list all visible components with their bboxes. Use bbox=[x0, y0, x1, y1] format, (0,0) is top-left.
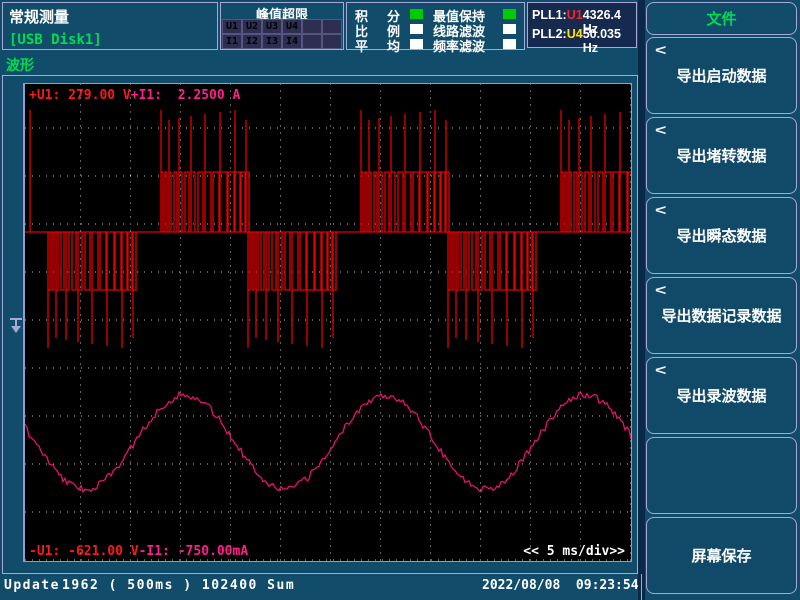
usb-disk-label: [USB Disk1] bbox=[9, 32, 102, 48]
power-analyzer-screen: { "header": { "mode_title": "常规测量", "usb… bbox=[0, 0, 800, 600]
chevron-left-icon: < bbox=[655, 122, 666, 139]
pll-value: 4326.4 Hz bbox=[583, 8, 632, 26]
pll-channel: U1 bbox=[567, 8, 583, 22]
waveform-panel-title: 波形 bbox=[6, 55, 34, 75]
current-trace-i1 bbox=[25, 392, 631, 491]
voltage-trace-u1 bbox=[25, 110, 631, 348]
sidebar-button-3[interactable]: 导出瞬态数据 < bbox=[646, 197, 797, 274]
scale-label-bottom: -U1: -621.00 V-I1: -750.00mA bbox=[29, 544, 248, 559]
option-indicator-线路滤波 bbox=[503, 24, 516, 34]
sidebar-button-2[interactable]: 导出堵转数据 < bbox=[646, 117, 797, 194]
pll-channel: U4 bbox=[567, 27, 583, 41]
waveform-plot-area: +U1: 279.00 V+I1: 2.2500 A -U1: -621.00 … bbox=[23, 83, 632, 562]
option-row-2: 比例线路滤波 bbox=[347, 21, 524, 36]
update-counter: 1962 ( 500ms ) 102400 Sum bbox=[62, 578, 295, 593]
sidebar-title-file: 文件 bbox=[646, 2, 797, 35]
sidebar-button-label: 导出数据记录数据 bbox=[661, 305, 781, 326]
pll-name: PLL1:U1 bbox=[532, 8, 583, 26]
option-row-1: 积分最值保持 bbox=[347, 6, 524, 21]
i1-top-scale: +I1: 2.2500 A bbox=[131, 88, 241, 103]
sidebar-button-label: 屏幕保存 bbox=[691, 545, 751, 566]
peak-row-2: I1I2I3I4 bbox=[222, 34, 342, 49]
sidebar-button-1[interactable]: 导出启动数据 < bbox=[646, 37, 797, 114]
sidebar-button-5[interactable]: 导出录波数据 < bbox=[646, 357, 797, 434]
sidebar-divider-line bbox=[641, 574, 642, 600]
measure-mode-panel: 常规测量 [USB Disk1] bbox=[2, 2, 218, 50]
chevron-left-icon: < bbox=[655, 282, 666, 299]
sidebar-divider bbox=[638, 0, 645, 600]
chevron-left-icon: < bbox=[655, 42, 666, 59]
sidebar-button-label: 导出录波数据 bbox=[676, 385, 766, 406]
peak-cell-u2: U2 bbox=[242, 19, 262, 34]
option-indicator-平均 bbox=[410, 39, 423, 49]
u1-top-scale: +U1: 279.00 V bbox=[29, 88, 131, 103]
pll-panel: PLL1:U14326.4 HzPLL2:U450.035 Hz bbox=[527, 2, 637, 48]
sidebar-button-4[interactable]: 导出数据记录数据 < bbox=[646, 277, 797, 354]
mode-title: 常规测量 bbox=[9, 6, 69, 27]
filter-options-panel: 积分最值保持比例线路滤波平均频率滤波 bbox=[346, 2, 525, 50]
sidebar-button-7[interactable]: 屏幕保存 bbox=[646, 517, 797, 594]
scale-label-top: +U1: 279.00 V+I1: 2.2500 A bbox=[29, 88, 240, 103]
sidebar-button-6 bbox=[646, 437, 797, 514]
sidebar-button-label: 导出启动数据 bbox=[676, 65, 766, 86]
peak-cell-i2: I2 bbox=[242, 34, 262, 49]
i1-bottom-scale: -I1: -750.00mA bbox=[139, 544, 249, 559]
datetime-display: 2022/08/08 09:23:54 bbox=[482, 578, 639, 593]
peak-cell-u3: U3 bbox=[262, 19, 282, 34]
peak-cell-u4: U4 bbox=[282, 19, 302, 34]
peak-indicator-table: U1U2U3U4I1I2I3I4 bbox=[222, 19, 342, 49]
grid-dots bbox=[25, 84, 631, 560]
option-indicator-积分 bbox=[410, 9, 423, 19]
option-label: 平 bbox=[355, 36, 368, 55]
peak-cell-empty bbox=[322, 19, 342, 34]
peak-row-1: U1U2U3U4 bbox=[222, 19, 342, 34]
peak-cell-empty bbox=[322, 34, 342, 49]
sidebar-button-label: 导出瞬态数据 bbox=[676, 225, 766, 246]
chevron-left-icon: < bbox=[655, 362, 666, 379]
pll-row-2: PLL2:U450.035 Hz bbox=[532, 27, 632, 45]
softkey-sidebar: 文件 导出启动数据 < 导出堵转数据 < 导出瞬态数据 < 导出数据记录数据 < 导出录波数据 <… bbox=[645, 0, 798, 600]
sidebar-button-label: 导出堵转数据 bbox=[676, 145, 766, 166]
option-row-3: 平均频率滤波 bbox=[347, 36, 524, 51]
trigger-marker-icon bbox=[9, 316, 25, 334]
waveform-canvas bbox=[25, 84, 631, 561]
peak-cell-empty bbox=[302, 34, 322, 49]
u1-bottom-scale: -U1: -621.00 V bbox=[29, 544, 139, 559]
timebase-label: << 5 ms/div>> bbox=[523, 544, 625, 559]
option-label: 频率滤波 bbox=[433, 36, 485, 55]
chevron-left-icon: < bbox=[655, 202, 666, 219]
peak-cell-empty bbox=[302, 19, 322, 34]
option-label: 均 bbox=[387, 36, 400, 55]
pll-row-1: PLL1:U14326.4 Hz bbox=[532, 8, 632, 26]
pll-name: PLL2:U4 bbox=[532, 27, 583, 45]
option-indicator-频率滤波 bbox=[503, 39, 516, 49]
peak-cell-i1: I1 bbox=[222, 34, 242, 49]
pll-value: 50.035 Hz bbox=[583, 27, 632, 45]
peak-cell-u1: U1 bbox=[222, 19, 242, 34]
option-indicator-最值保持 bbox=[503, 9, 516, 19]
peak-cell-i4: I4 bbox=[282, 34, 302, 49]
peak-cell-i3: I3 bbox=[262, 34, 282, 49]
update-label: Update bbox=[4, 578, 60, 593]
peak-over-limit-panel: 峰值超限 U1U2U3U4I1I2I3I4 bbox=[220, 2, 344, 50]
option-indicator-比例 bbox=[410, 24, 423, 34]
